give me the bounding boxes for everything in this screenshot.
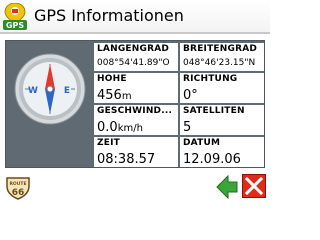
altitude-label: HÖHE — [97, 74, 127, 84]
heading-cell: RICHTUNG 0° — [180, 73, 264, 103]
heading-value: 0° — [183, 88, 198, 103]
route-icon-number: 66 — [12, 188, 25, 198]
latitude-value: 048°46'23.15"N — [183, 58, 256, 68]
heading-label: RICHTUNG — [183, 74, 238, 84]
gps-satellite-icon: GPS — [3, 3, 27, 30]
speed-value-line: 0.0km/h — [97, 120, 143, 135]
time-label: ZEIT — [97, 138, 120, 148]
satellites-cell: SATELLITEN 5 — [180, 105, 264, 135]
latitude-cell: BREITENGRAD 048°46'23.15"N — [180, 43, 264, 71]
header-bar: GPS GPS Informationen — [0, 0, 270, 34]
speed-unit: km/h — [117, 123, 143, 134]
longitude-cell: LÄNGENGRAD 008°54'41.89"O — [94, 43, 178, 71]
speed-value: 0.0 — [97, 120, 118, 135]
back-arrow-icon[interactable] — [216, 174, 238, 200]
time-value: 08:38.57 — [97, 152, 156, 167]
app-icon-text: GPS — [6, 21, 24, 30]
longitude-value: 008°54'41.89"O — [97, 58, 170, 68]
compass-west-label: W — [28, 86, 38, 96]
close-icon[interactable] — [242, 174, 266, 198]
longitude-label: LÄNGENGRAD — [97, 44, 170, 54]
date-label: DATUM — [183, 138, 221, 148]
speed-cell: GESCHWIND... 0.0km/h — [94, 105, 178, 135]
compass-icon: W E — [14, 53, 86, 125]
altitude-cell: HÖHE 456m — [94, 73, 178, 103]
time-cell: ZEIT 08:38.57 — [94, 137, 178, 167]
altitude-value: 456 — [97, 88, 122, 103]
route-icon-top-text: ROUTE — [9, 181, 26, 187]
altitude-value-line: 456m — [97, 88, 132, 103]
route-66-icon: ROUTE 66 — [6, 177, 30, 200]
date-cell: DATUM 12.09.06 — [180, 137, 264, 167]
compass-east-label: E — [64, 86, 70, 96]
speed-label: GESCHWIND... — [97, 106, 173, 116]
satellites-value: 5 — [183, 120, 192, 135]
date-value: 12.09.06 — [183, 152, 241, 167]
satellites-label: SATELLITEN — [183, 106, 245, 116]
page-title: GPS Informationen — [34, 6, 184, 25]
altitude-unit: m — [121, 91, 132, 102]
latitude-label: BREITENGRAD — [183, 44, 258, 54]
gps-info-panel: W E LÄNGENGRAD 008°54'41.89"O BREITENGRA… — [5, 40, 265, 168]
